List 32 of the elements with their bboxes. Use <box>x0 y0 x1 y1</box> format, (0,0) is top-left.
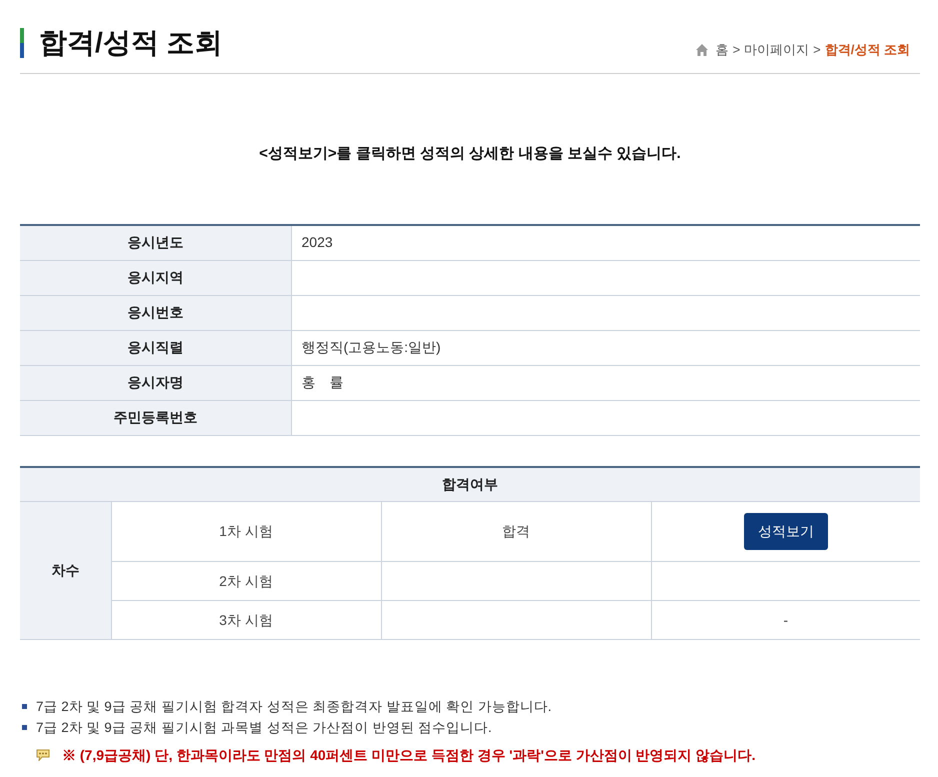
table-header: 합격여부 <box>20 466 920 502</box>
field-label: 응시번호 <box>20 295 291 330</box>
bullet-icon <box>22 704 27 709</box>
field-label: 주민등록번호 <box>20 400 291 435</box>
field-label: 응시직렬 <box>20 330 291 365</box>
field-value: 홍 률 <box>291 365 920 400</box>
breadcrumb-link[interactable]: 합격/성적 조회 <box>824 41 910 59</box>
bullet-icon <box>22 725 27 730</box>
view-scores-button[interactable]: 성적보기 <box>744 513 828 550</box>
note-text: 7급 2차 및 9급 공채 필기시험 합격자 성적은 최종합격자 발표일에 확인 가능합니다. <box>36 698 552 716</box>
breadcrumb-link[interactable]: 홈 <box>716 41 729 59</box>
round-cell: 3차 시험 <box>111 600 381 640</box>
note-text: 7급 2차 및 9급 공채 필기시험 과목별 성적은 가산점이 반영된 점수입니다. <box>36 719 492 737</box>
breadcrumb-separator: > <box>732 41 740 59</box>
field-label: 응시지역 <box>20 260 291 295</box>
action-cell: - <box>651 600 920 640</box>
field-label: 응시자명 <box>20 365 291 400</box>
breadcrumb-separator: > <box>813 41 821 59</box>
field-value: 2023 <box>291 225 920 260</box>
breadcrumb-link[interactable]: 마이페이지 <box>744 41 810 59</box>
result-cell: 합격 <box>381 502 651 562</box>
round-cell: 1차 시험 <box>111 502 381 562</box>
warning-text: ※ (7,9급공채) 단, 한과목이라도 만점의 40퍼센트 미만으로 득점한 경우 '과락'으로 가산점이 반영되지 않습니다. <box>62 746 756 765</box>
page-title: 합격/성적 조회 <box>39 26 223 60</box>
field-label: 응시년도 <box>20 225 291 260</box>
intro-text: <성적보기>를 클릭하면 성적의 상세한 내용을 보실수 있습니다. <box>258 144 682 164</box>
title-accent-bar <box>20 28 24 58</box>
row-group-label: 차수 <box>20 502 111 640</box>
round-cell: 2차 시험 <box>111 562 381 600</box>
home-icon <box>696 44 708 56</box>
speech-bubble-icon <box>36 749 50 761</box>
field-value: 행정직(고용노동:일반) <box>291 330 920 365</box>
